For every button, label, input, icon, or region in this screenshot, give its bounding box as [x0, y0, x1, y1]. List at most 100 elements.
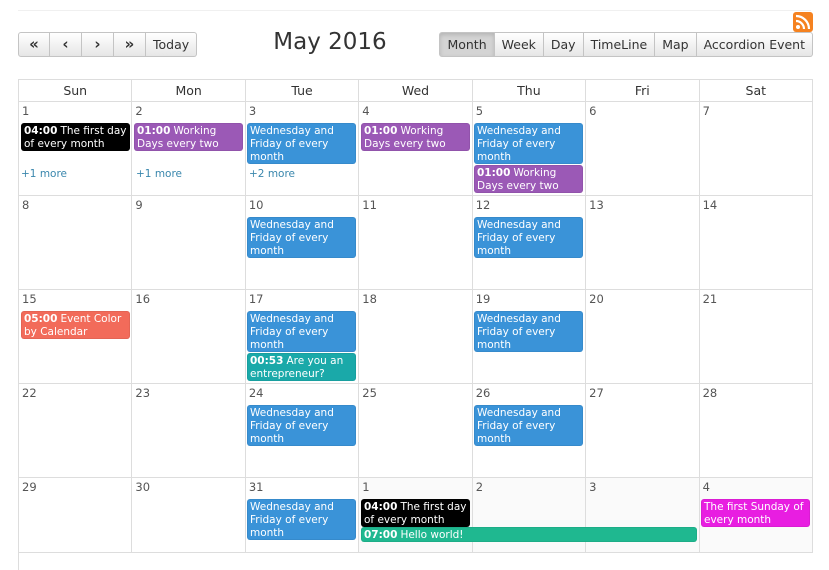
next-month-button[interactable]: ›: [82, 32, 114, 57]
day-number: 14: [702, 198, 718, 212]
day-number: 4: [702, 480, 710, 494]
day-number: 2: [135, 104, 143, 118]
calendar-event[interactable]: Wednesday and Friday of every month: [474, 311, 583, 352]
day-number: 31: [248, 480, 264, 494]
weekday-mon: Mon: [132, 80, 246, 102]
week-row: 15 16 17 18 19 20 21 05:00 Event Color by…: [19, 290, 813, 384]
day-number: 10: [248, 198, 264, 212]
day-number: 12: [475, 198, 491, 212]
calendar-event[interactable]: 04:00 The first day of every month: [21, 123, 130, 151]
calendar-event[interactable]: The first Sunday of every month: [701, 499, 810, 527]
nav-button-group: « ‹ › » Today: [18, 32, 198, 57]
day-number: 1: [22, 104, 30, 118]
calendar-event[interactable]: 01:00Working Days every two weeks: [361, 123, 470, 151]
day-number: 1: [362, 480, 370, 494]
day-number: 13: [589, 198, 604, 212]
day-number: 25: [362, 386, 377, 400]
day-number: 8: [22, 198, 30, 212]
day-cell[interactable]: 6: [586, 102, 700, 196]
rss-feed-icon[interactable]: [793, 12, 813, 32]
day-number: 7: [702, 104, 710, 118]
calendar-event[interactable]: 04:00 The first day of every month: [361, 499, 470, 527]
day-number: 23: [135, 386, 151, 400]
calendar-event[interactable]: 05:00Event Color by Calendar (Orange): [21, 311, 130, 339]
week-row: 1 2 3 4 5 6 7 04:00 The first day of ever…: [19, 102, 813, 196]
view-accordion-event-button[interactable]: Accordion Event: [696, 32, 813, 57]
day-cell[interactable]: 30: [132, 478, 246, 553]
more-events-link[interactable]: +1 more: [136, 168, 182, 180]
day-cell[interactable]: 25: [359, 384, 473, 478]
view-timeline-button[interactable]: TimeLine: [583, 32, 656, 57]
calendar-event[interactable]: Wednesday and Friday of every month: [247, 217, 356, 258]
day-cell[interactable]: 22: [19, 384, 133, 478]
calendar-event[interactable]: 01:00Working Days every two weeks: [474, 165, 583, 193]
next-year-button[interactable]: »: [114, 32, 146, 57]
day-number: 5: [475, 104, 484, 118]
today-button[interactable]: Today: [146, 32, 198, 57]
view-week-button[interactable]: Week: [494, 32, 544, 57]
day-number: 26: [475, 386, 491, 400]
day-cell[interactable]: 13: [586, 196, 700, 290]
weekday-thu: Thu: [472, 80, 587, 102]
day-number: 22: [22, 386, 37, 400]
day-cell[interactable]: 29: [19, 478, 133, 553]
prev-year-button[interactable]: «: [18, 32, 50, 57]
day-number: 30: [135, 480, 151, 494]
day-number: 9: [135, 198, 143, 212]
day-cell[interactable]: 9: [132, 196, 246, 290]
calendar-event[interactable]: Wednesday and Friday of every month: [247, 405, 356, 446]
calendar-event[interactable]: Wednesday and Friday of every month: [474, 123, 583, 164]
more-events-link[interactable]: +1 more: [21, 168, 67, 180]
day-number: 18: [362, 292, 377, 306]
top-divider: [18, 10, 811, 11]
day-cell[interactable]: 21: [699, 290, 813, 384]
prev-month-button[interactable]: ‹: [50, 32, 82, 57]
more-events-link[interactable]: +2 more: [249, 168, 295, 180]
month-grid: Sun Mon Tue Wed Thu Fri Sat 1 2 3 4 5 6 …: [18, 79, 813, 570]
day-cell[interactable]: 11: [359, 196, 473, 290]
week-row: 22 23 24 25 26 27 28 Wednesday and Frida…: [19, 384, 813, 478]
weekday-sun: Sun: [19, 80, 133, 102]
day-number: 21: [702, 292, 718, 306]
day-cell[interactable]: 23: [132, 384, 246, 478]
day-number: 2: [475, 480, 484, 494]
day-number: 20: [589, 292, 604, 306]
calendar-event[interactable]: Wednesday and Friday of every month: [474, 217, 583, 258]
calendar-event[interactable]: 07:00 Hello world!: [361, 527, 697, 542]
day-number: 19: [475, 292, 491, 306]
day-number: 17: [248, 292, 264, 306]
calendar-event[interactable]: Wednesday and Friday of every month: [247, 499, 356, 540]
calendar-event[interactable]: 00:53 Are you an entrepreneur?: [247, 353, 356, 381]
view-day-button[interactable]: Day: [543, 32, 584, 57]
day-cell[interactable]: 8: [19, 196, 133, 290]
view-button-group: Month Week Day TimeLine Map Accordion Ev…: [439, 32, 813, 57]
day-number: 3: [248, 104, 257, 118]
calendar-event[interactable]: Wednesday and Friday of every month: [247, 311, 356, 352]
day-number: 27: [589, 386, 604, 400]
calendar-event[interactable]: Wednesday and Friday of every month: [474, 405, 583, 446]
day-number: 28: [702, 386, 718, 400]
day-number: 16: [135, 292, 151, 306]
weekday-fri: Fri: [586, 80, 700, 102]
day-cell[interactable]: 27: [586, 384, 700, 478]
calendar-title: May 2016: [273, 29, 387, 55]
view-map-button[interactable]: Map: [655, 32, 697, 57]
day-number: 29: [22, 480, 37, 494]
weekday-wed: Wed: [359, 80, 473, 102]
day-cell[interactable]: 28: [699, 384, 813, 478]
day-number: 24: [248, 386, 264, 400]
day-number: 11: [362, 198, 377, 212]
view-month-button[interactable]: Month: [439, 32, 495, 57]
day-cell[interactable]: 20: [586, 290, 700, 384]
week-row: 29 30 31 1 2 3 4 Wednesday and Friday of…: [19, 478, 813, 553]
weekday-header: Sun Mon Tue Wed Thu Fri Sat: [19, 80, 813, 102]
calendar-event[interactable]: 01:00Working Days every two weeks: [134, 123, 243, 151]
day-cell[interactable]: 14: [699, 196, 813, 290]
day-cell[interactable]: 7: [699, 102, 813, 196]
day-number: 3: [589, 480, 597, 494]
weekday-sat: Sat: [699, 80, 813, 102]
day-cell[interactable]: 16: [132, 290, 246, 384]
calendar-event[interactable]: Wednesday and Friday of every month: [247, 123, 356, 164]
day-cell[interactable]: 18: [359, 290, 473, 384]
day-number: 15: [22, 292, 37, 306]
